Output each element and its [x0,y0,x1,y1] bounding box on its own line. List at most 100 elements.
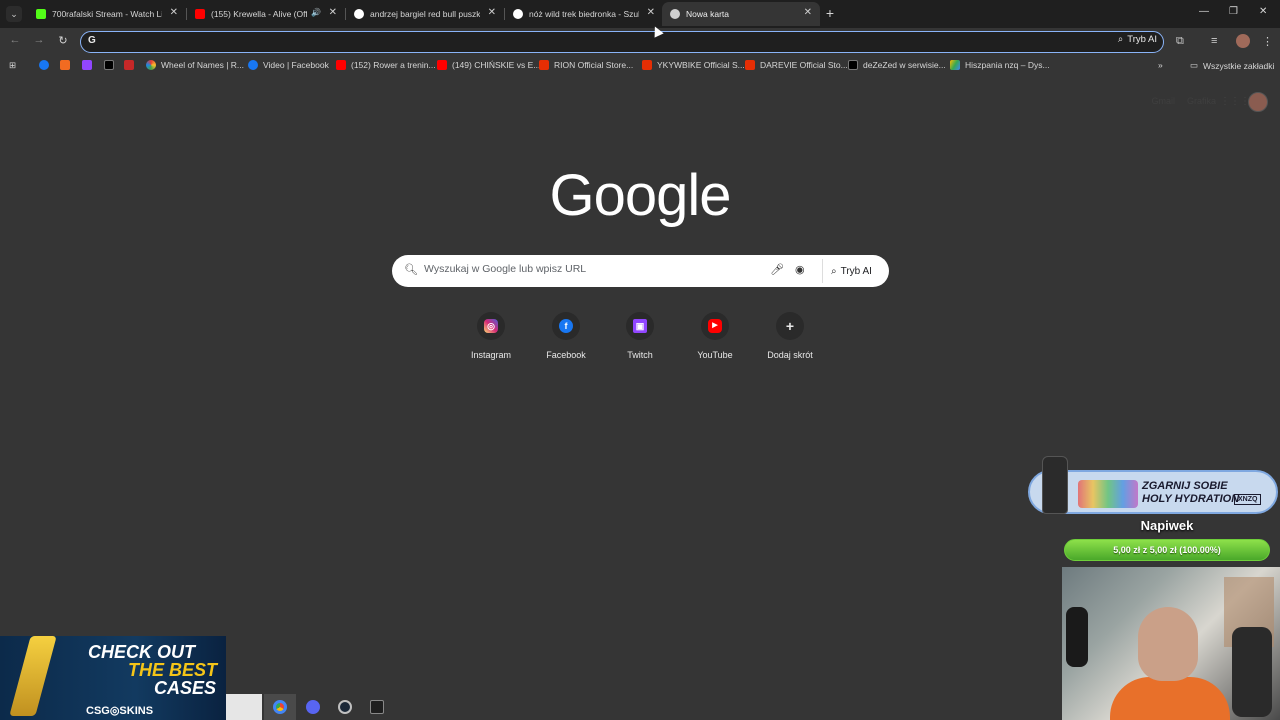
drive-icon [950,60,960,70]
webcam-feed [1062,567,1280,720]
bookmark-video-facebook[interactable]: Video | Facebook [248,60,329,70]
forward-icon[interactable]: → [32,34,46,46]
google-apps-icon[interactable]: ⋮⋮⋮ [1220,96,1250,107]
google-lens-icon[interactable]: ◉ [795,263,805,276]
bookmark-ykywbike[interactable]: YKYWBIKE Official S... [642,60,745,70]
media-controls-icon[interactable]: ≡ [1211,35,1217,47]
images-link[interactable]: Grafika [1187,96,1216,106]
bookmark-label: DAREVIE Official Sto... [760,60,848,70]
close-tab-icon[interactable]: ✕ [647,7,655,18]
address-bar[interactable]: G ⌕ Tryb AI [80,31,1164,53]
bookmark-x[interactable] [104,60,119,70]
ai-mode-button[interactable]: ⌕ Tryb AI [822,259,880,283]
shortcut-youtube[interactable]: ▶ YouTube [683,312,747,360]
taskbar-discord[interactable] [297,694,329,720]
microphone-icon[interactable]: 🎤︎ [770,263,784,276]
tab-youtube-krewella[interactable]: (155) Krewella - Alive (Official 🔊 ✕ [187,2,345,26]
close-tab-icon[interactable]: ✕ [804,7,812,18]
shortcut-add[interactable]: + Dodaj skrót [758,312,822,360]
bookmark-youtube-rower[interactable]: (152) Rower a trenin... [336,60,436,70]
tab-search-button[interactable]: ⌄ [6,6,22,22]
bookmark-red[interactable] [124,60,139,70]
orange-icon [60,60,70,70]
tab-new-tab[interactable]: Nowa karta ✕ [662,2,820,26]
header-links: Gmail Grafika [1151,96,1216,106]
steam-icon [338,700,352,714]
ai-mode-button[interactable]: ⌕ Tryb AI [1118,34,1157,45]
bookmark-label: Video | Facebook [263,60,329,70]
back-icon[interactable]: ← [8,34,22,46]
youtube-icon [195,9,205,19]
webcam-chair [1232,627,1272,717]
bookmark-dezezed[interactable]: deZeZed w serwisie... [848,60,946,70]
google-icon [354,9,364,19]
webcam-person-face [1138,607,1198,681]
folder-icon: ▭ [1190,60,1199,70]
taskbar-chrome[interactable] [264,694,296,720]
all-bookmarks-label: Wszystkie zakładki [1203,60,1275,71]
shortcut-instagram[interactable]: ◎ Instagram [459,312,523,360]
youtube-icon [437,60,447,70]
x-icon [848,60,858,70]
shortcut-tile: ▶ [701,312,729,340]
bookmark-youtube-chinskie[interactable]: (149) CHIŃSKIE vs E... [437,60,540,70]
close-window-icon[interactable]: ✕ [1259,6,1267,17]
menu-icon[interactable]: ⋮ [1262,35,1273,48]
search-input[interactable] [424,263,754,275]
search-box[interactable]: 🔍︎ 🎤︎ ◉ ⌕ Tryb AI [392,255,889,287]
bookmark-twitch[interactable] [82,60,97,70]
tab-google-search-noz[interactable]: nóż wild trek biedronka - Szukaj ✕ [505,2,663,26]
speaker-icon[interactable]: 🔊 [311,8,321,17]
bookmark-label: YKYWBIKE Official S... [657,60,745,70]
tab-kick-stream[interactable]: 700rafalski Stream - Watch Live ✕ [28,2,186,26]
minimize-icon[interactable]: — [1199,6,1209,17]
promo-code: XNZQ [1234,494,1262,505]
shortcut-label: Facebook [546,350,586,360]
discord-icon [306,700,320,714]
shortcut-tile: ▣ [626,312,654,340]
taskbar-blank-item[interactable] [226,694,262,720]
bookmarks-bar: ⊞ Wheel of Names | R... Video | Facebook… [0,56,1280,78]
address-input[interactable] [105,34,1005,50]
profile-avatar[interactable] [1236,34,1250,48]
new-tab-button[interactable]: + [823,5,837,21]
more-bookmarks-icon[interactable]: » [1158,60,1163,70]
search-icon: 🔍︎ [404,264,418,276]
close-tab-icon[interactable]: ✕ [170,7,178,18]
bookmark-label: RION Official Store... [554,60,634,70]
tab-title: Nowa karta [686,9,729,19]
bookmark-label: (152) Rower a trenin... [351,60,436,70]
youtube-icon: ▶ [708,319,722,333]
bookmark-darevie[interactable]: DAREVIE Official Sto... [745,60,848,70]
chrome-icon [670,9,680,19]
shortcut-tile: + [776,312,804,340]
ai-search-icon: ⌕ [831,265,837,277]
reload-icon[interactable]: ↻ [56,34,70,47]
taskbar-terminal[interactable] [361,694,393,720]
tab-title: (155) Krewella - Alive (Official [211,9,307,19]
ai-mode-label: Tryb AI [840,265,872,277]
close-tab-icon[interactable]: ✕ [329,7,337,18]
gmail-link[interactable]: Gmail [1151,96,1175,106]
bookmark-wheel-of-names[interactable]: Wheel of Names | R... [146,60,244,70]
close-tab-icon[interactable]: ✕ [488,7,496,18]
bookmark-hiszpania[interactable]: Hiszpania nzq – Dys... [950,60,1050,70]
bookmark-rion[interactable]: RION Official Store... [539,60,633,70]
shortcut-facebook[interactable]: f Facebook [534,312,598,360]
apps-grid-icon[interactable]: ⊞ [9,60,16,71]
google-logo: Google [549,163,731,228]
all-bookmarks-folder[interactable]: ▭ Wszystkie zakładki [1190,60,1274,71]
facebook-icon: f [559,319,573,333]
shortcut-twitch[interactable]: ▣ Twitch [608,312,672,360]
bookmark-orange[interactable] [60,60,75,70]
aliexpress-icon [745,60,755,70]
shortcut-label: Dodaj skrót [767,350,813,360]
bookmark-facebook[interactable] [39,60,54,70]
extensions-icon[interactable]: ⧉ [1176,35,1184,48]
ad-line-3: CASES [154,678,217,698]
google-account-avatar[interactable] [1248,92,1268,112]
tab-google-search-bargiel[interactable]: andrzej bargiel red bull puszka ✕ [346,2,504,26]
restore-icon[interactable]: ❐ [1229,6,1238,17]
taskbar-steam[interactable] [329,694,361,720]
bookmark-label: Hiszpania nzq – Dys... [965,60,1050,70]
